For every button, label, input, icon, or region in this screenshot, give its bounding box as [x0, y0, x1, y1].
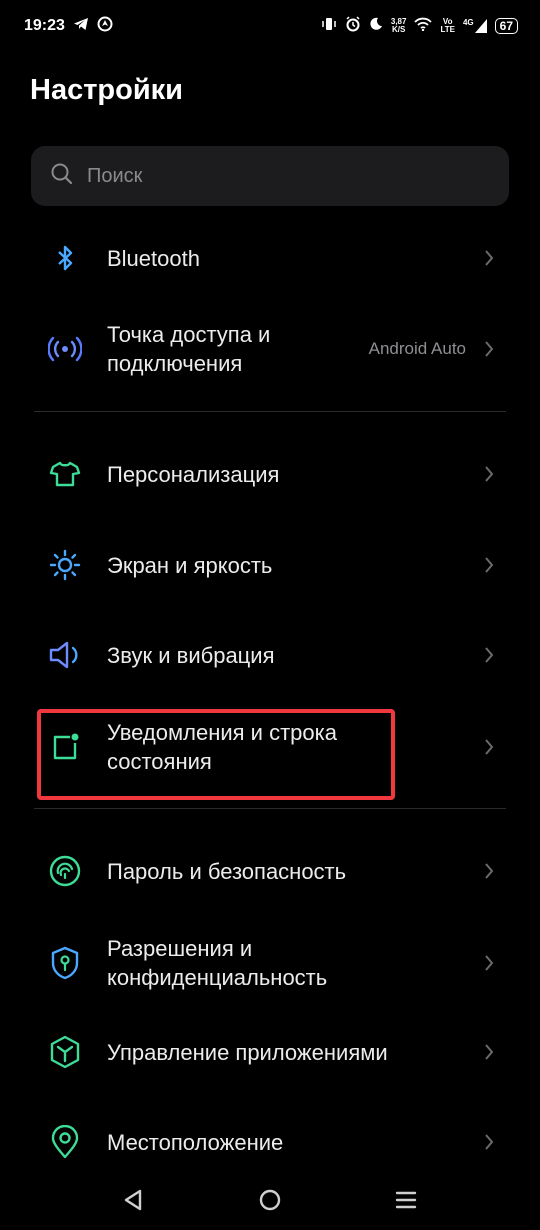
settings-item-display[interactable]: Экран и яркость — [0, 537, 540, 593]
location-pin-icon — [46, 1123, 84, 1161]
speed-unit: K/S — [391, 25, 406, 34]
chevron-right-icon — [482, 1131, 496, 1153]
wifi-icon — [414, 17, 433, 36]
moon-icon — [369, 17, 383, 36]
settings-item-label: Управление приложениями — [107, 1039, 388, 1065]
chevron-right-icon — [482, 736, 496, 758]
fingerprint-icon — [46, 852, 84, 890]
settings-item-privacy[interactable]: Разрешения и конфиденциальность — [0, 932, 540, 994]
chevron-right-icon — [482, 1041, 496, 1063]
chevron-right-icon — [482, 860, 496, 882]
settings-item-value: Android Auto — [368, 339, 466, 358]
settings-item-label: Звук и вибрация — [107, 642, 275, 668]
chevron-right-icon — [482, 952, 496, 974]
navigation-app-icon — [97, 16, 113, 37]
chevron-right-icon — [482, 463, 496, 485]
shield-lock-icon — [46, 944, 84, 982]
cube-icon — [46, 1033, 84, 1071]
settings-item-label: Точка доступа и подключения — [107, 320, 270, 378]
sun-icon — [46, 546, 84, 584]
chevron-right-icon — [482, 247, 496, 269]
label-line-1: Точка доступа и — [107, 322, 271, 347]
search-icon — [51, 163, 73, 190]
settings-item-security[interactable]: Пароль и безопасность — [0, 843, 540, 899]
settings-item-label: Пароль и безопасность — [107, 858, 347, 884]
search-bar[interactable] — [31, 146, 509, 206]
label-line-2: конфиденциальность — [107, 965, 328, 990]
status-bar: 19:23 3,87 K/S Vo LTE 4G 67 — [0, 0, 540, 52]
navigation-bar — [0, 1170, 540, 1230]
network-speed: 3,87 K/S — [391, 18, 407, 34]
settings-item-location[interactable]: Местоположение — [0, 1114, 540, 1170]
settings-item-label: Местоположение — [107, 1129, 284, 1155]
settings-item-personalization[interactable]: Персонализация — [0, 446, 540, 502]
home-button[interactable] — [254, 1184, 286, 1216]
settings-item-label: Персонализация — [107, 461, 280, 487]
speaker-icon — [46, 636, 84, 674]
alarm-icon — [345, 15, 361, 37]
highlight-box — [37, 709, 395, 800]
back-button[interactable] — [117, 1184, 149, 1216]
chevron-right-icon — [482, 644, 496, 666]
section-divider — [34, 808, 506, 809]
chevron-right-icon — [482, 554, 496, 576]
settings-item-hotspot[interactable]: Точка доступа и подключения Android Auto — [0, 318, 540, 380]
tshirt-icon — [46, 455, 84, 493]
settings-item-label: Разрешения и конфиденциальность — [107, 934, 327, 992]
status-time: 19:23 — [24, 17, 65, 34]
network-type: 4G — [462, 18, 474, 27]
settings-item-bluetooth[interactable]: Bluetooth — [0, 230, 540, 286]
section-divider — [34, 411, 506, 412]
telegram-icon — [73, 17, 89, 36]
settings-item-sound[interactable]: Звук и вибрация — [0, 627, 540, 683]
search-input[interactable] — [85, 163, 469, 189]
recent-apps-button[interactable] — [390, 1184, 422, 1216]
settings-item-label: Экран и яркость — [107, 552, 273, 578]
volte-bottom: LTE — [440, 25, 455, 34]
chevron-right-icon — [482, 338, 496, 360]
settings-item-apps[interactable]: Управление приложениями — [0, 1024, 540, 1080]
label-line-1: Разрешения и — [107, 936, 253, 961]
bluetooth-icon — [46, 239, 84, 277]
settings-item-label: Bluetooth — [107, 245, 200, 271]
vibrate-icon — [321, 17, 337, 36]
hotspot-icon — [46, 330, 84, 368]
label-line-2: подключения — [107, 351, 243, 376]
page-title: Настройки — [30, 74, 184, 106]
battery-indicator: 67 — [494, 18, 518, 34]
volte-indicator: Vo LTE — [440, 18, 455, 34]
cellular-signal-icon: 4G — [463, 19, 487, 33]
